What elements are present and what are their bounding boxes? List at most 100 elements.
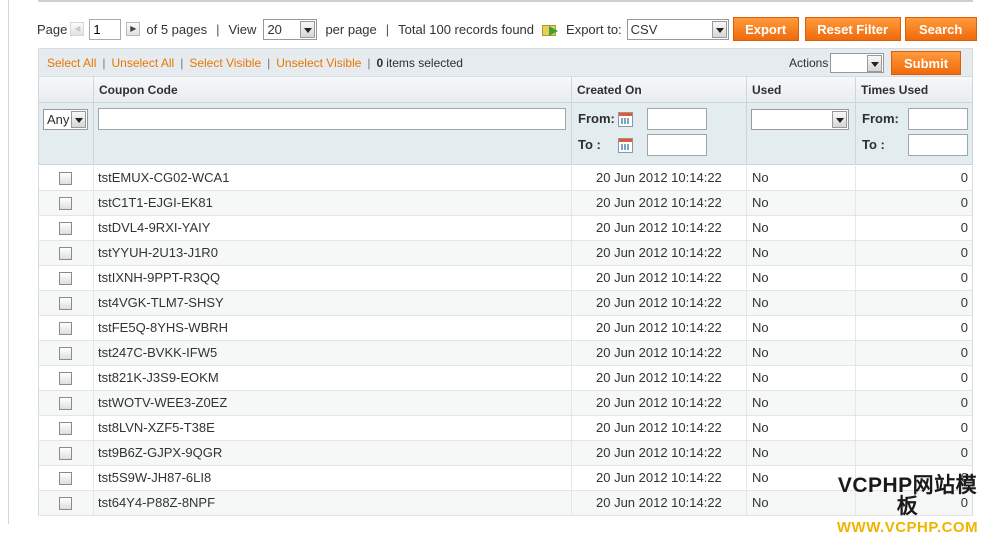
row-checkbox[interactable]: [59, 472, 72, 485]
row-checkbox[interactable]: [59, 247, 72, 260]
watermark-line2: WWW.VCPHP.COM: [836, 519, 979, 536]
pager-separator: |: [216, 21, 220, 37]
grid-filter-row: Any From: To : From: To :: [38, 103, 973, 165]
calendar-icon[interactable]: [618, 138, 633, 153]
table-row[interactable]: tst9B6Z-GJPX-9QGR 20 Jun 2012 10:14:22 N…: [38, 441, 973, 466]
times-from-input[interactable]: [908, 108, 968, 130]
created-on-cell: 20 Jun 2012 10:14:22: [572, 341, 747, 365]
top-divider: [38, 0, 973, 2]
calendar-icon[interactable]: [618, 112, 633, 127]
selected-count-label: items selected: [386, 55, 463, 70]
row-checkbox-cell: [39, 391, 94, 415]
row-checkbox[interactable]: [59, 497, 72, 510]
used-cell: No: [747, 291, 856, 315]
row-checkbox[interactable]: [59, 297, 72, 310]
reset-filter-button[interactable]: Reset Filter: [804, 17, 901, 41]
row-checkbox[interactable]: [59, 422, 72, 435]
coupon-code-header[interactable]: Coupon Code: [94, 77, 572, 103]
checkbox-column-header: [39, 77, 94, 103]
massaction-separator: |: [180, 55, 184, 70]
page-number-input[interactable]: [89, 18, 122, 40]
row-checkbox[interactable]: [59, 347, 72, 360]
row-checkbox-cell: [39, 191, 94, 215]
created-from-input[interactable]: [647, 108, 707, 130]
row-checkbox[interactable]: [59, 222, 72, 235]
total-records-text: Total 100 records found: [398, 21, 535, 37]
coupon-code-cell: tst247C-BVKK-IFW5: [94, 341, 572, 365]
table-row[interactable]: tst4VGK-TLM7-SHSY 20 Jun 2012 10:14:22 N…: [38, 291, 973, 316]
submit-button[interactable]: Submit: [891, 51, 961, 75]
times-used-cell: 0: [960, 220, 968, 235]
coupon-code-cell: tstEMUX-CG02-WCA1: [94, 166, 572, 190]
actions-label: Actions: [789, 56, 829, 70]
unselect-visible-link[interactable]: Unselect Visible: [276, 56, 361, 70]
times-used-cell: 0: [960, 270, 968, 285]
row-checkbox-cell: [39, 291, 94, 315]
row-checkbox[interactable]: [59, 197, 72, 210]
times-used-filter-cell: From: To :: [856, 103, 972, 164]
view-limit-value: 20: [267, 21, 282, 37]
times-to-input[interactable]: [908, 134, 968, 156]
created-on-cell: 20 Jun 2012 10:14:22: [572, 366, 747, 390]
row-checkbox-cell: [39, 491, 94, 515]
table-row[interactable]: tst8LVN-XZF5-T38E 20 Jun 2012 10:14:22 N…: [38, 416, 973, 441]
table-row[interactable]: tst247C-BVKK-IFW5 20 Jun 2012 10:14:22 N…: [38, 341, 973, 366]
any-filter-select[interactable]: Any: [43, 109, 88, 130]
row-checkbox[interactable]: [59, 447, 72, 460]
grid-header-row: Coupon Code Created On Used Times Used: [38, 77, 973, 103]
row-checkbox[interactable]: [59, 322, 72, 335]
created-on-cell: 20 Jun 2012 10:14:22: [572, 416, 747, 440]
row-checkbox-cell: [39, 241, 94, 265]
coupon-code-cell: tstC1T1-EJGI-EK81: [94, 191, 572, 215]
used-cell: No: [747, 241, 856, 265]
watermark-line1: VCPHP网站模板: [837, 474, 978, 518]
times-used-cell: 0: [960, 370, 968, 385]
table-row[interactable]: tstC1T1-EJGI-EK81 20 Jun 2012 10:14:22 N…: [38, 191, 973, 216]
select-visible-link[interactable]: Select Visible: [189, 56, 261, 70]
export-button[interactable]: Export: [732, 17, 799, 41]
row-checkbox[interactable]: [59, 397, 72, 410]
view-limit-select[interactable]: 20: [263, 18, 318, 40]
table-row[interactable]: tstFE5Q-8YHS-WBRH 20 Jun 2012 10:14:22 N…: [38, 316, 973, 341]
coupon-code-cell: tstDVL4-9RXI-YAIY: [94, 216, 572, 240]
used-cell: No: [747, 416, 856, 440]
actions-select[interactable]: [830, 53, 884, 73]
created-on-cell: 20 Jun 2012 10:14:22: [572, 441, 747, 465]
used-filter-select[interactable]: [751, 109, 849, 130]
prev-page-icon[interactable]: ◀: [70, 22, 85, 36]
unselect-all-link[interactable]: Unselect All: [111, 56, 174, 70]
massaction-bar: Select All | Unselect All | Select Visib…: [38, 48, 973, 77]
coupon-code-cell: tst5S9W-JH87-6LI8: [94, 466, 572, 490]
row-checkbox-cell: [39, 316, 94, 340]
created-to-label: To :: [578, 137, 601, 152]
export-label: Export to:: [566, 21, 622, 37]
table-row[interactable]: tst821K-J3S9-EOKM 20 Jun 2012 10:14:22 N…: [38, 366, 973, 391]
massaction-separator: |: [267, 55, 271, 70]
next-page-icon[interactable]: ▶: [126, 22, 141, 36]
created-on-cell: 20 Jun 2012 10:14:22: [572, 191, 747, 215]
created-on-cell: 20 Jun 2012 10:14:22: [572, 266, 747, 290]
select-all-link[interactable]: Select All: [47, 56, 96, 70]
row-checkbox[interactable]: [59, 272, 72, 285]
export-format-select[interactable]: CSV: [626, 18, 729, 40]
row-checkbox[interactable]: [59, 372, 72, 385]
created-from-label: From:: [578, 111, 615, 126]
coupon-code-cell: tstFE5Q-8YHS-WBRH: [94, 316, 572, 340]
table-row[interactable]: tstYYUH-2U13-J1R0 20 Jun 2012 10:14:22 N…: [38, 241, 973, 266]
row-checkbox[interactable]: [59, 172, 72, 185]
created-to-input[interactable]: [647, 134, 707, 156]
created-on-header[interactable]: Created On: [572, 77, 747, 103]
times-used-cell: 0: [960, 170, 968, 185]
search-button[interactable]: Search: [904, 17, 977, 41]
used-header[interactable]: Used: [747, 77, 856, 103]
used-cell: No: [747, 191, 856, 215]
times-used-header[interactable]: Times Used: [856, 77, 972, 103]
row-checkbox-cell: [39, 341, 94, 365]
table-row[interactable]: tstWOTV-WEE3-Z0EZ 20 Jun 2012 10:14:22 N…: [38, 391, 973, 416]
times-to-label: To :: [862, 137, 885, 152]
table-row[interactable]: tstDVL4-9RXI-YAIY 20 Jun 2012 10:14:22 N…: [38, 216, 973, 241]
table-row[interactable]: tstIXNH-9PPT-R3QQ 20 Jun 2012 10:14:22 N…: [38, 266, 973, 291]
coupon-code-filter-input[interactable]: [98, 108, 566, 130]
table-row[interactable]: tstEMUX-CG02-WCA1 20 Jun 2012 10:14:22 N…: [38, 166, 973, 191]
times-used-cell: 0: [960, 320, 968, 335]
